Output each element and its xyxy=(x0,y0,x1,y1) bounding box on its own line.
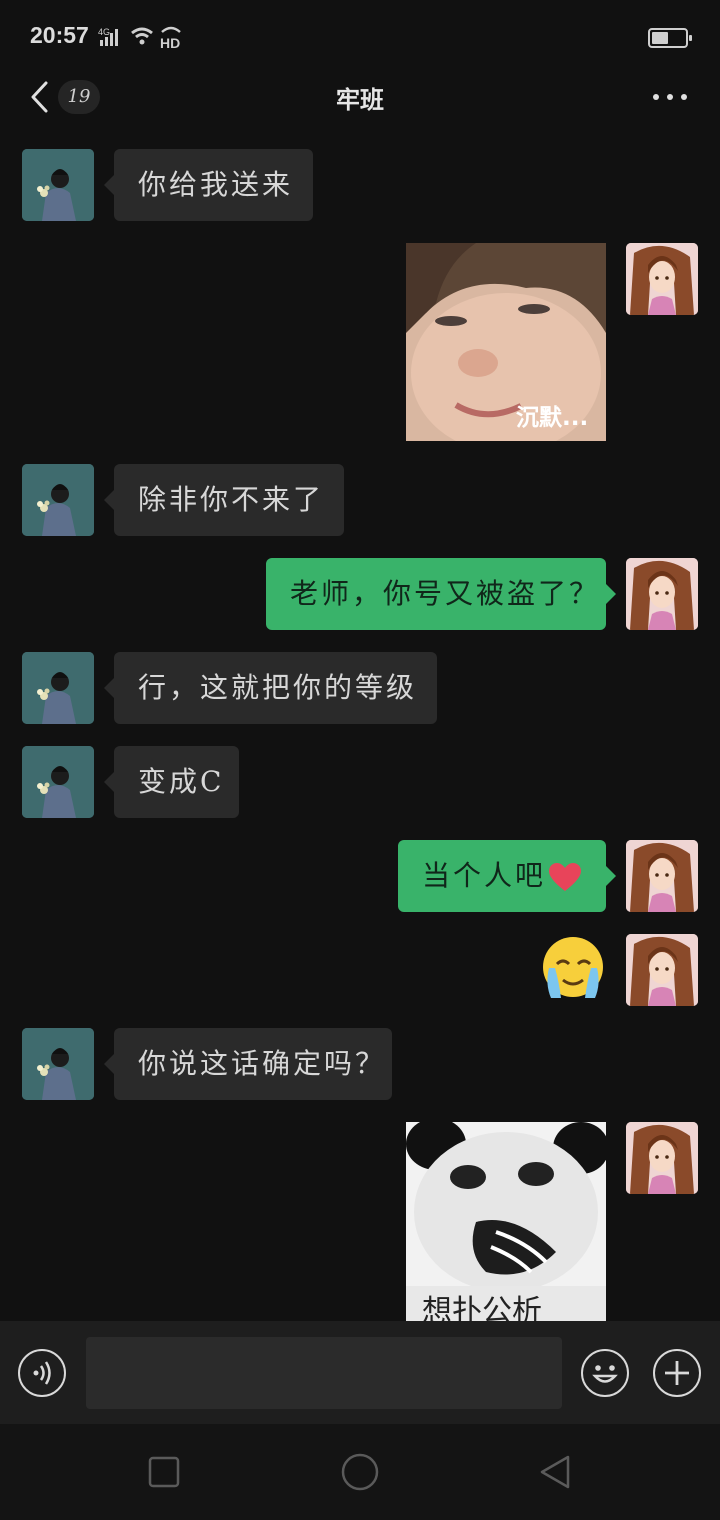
message-bubble[interactable]: 行，这就把你的等级 xyxy=(104,652,437,724)
voice-icon[interactable] xyxy=(18,1349,66,1397)
back-arrow-icon[interactable] xyxy=(28,80,52,114)
message-bubble[interactable]: 变成C xyxy=(104,746,239,818)
status-time: 20:57 xyxy=(30,22,89,48)
my-avatar[interactable] xyxy=(626,840,698,912)
my-avatar[interactable] xyxy=(626,558,698,630)
more-icon[interactable] xyxy=(648,86,692,108)
my-avatar[interactable] xyxy=(626,1122,698,1194)
message-bubble[interactable]: 你说这话确定吗？ xyxy=(104,1028,392,1100)
my-avatar[interactable] xyxy=(626,243,698,315)
chat-header: 19 牢班 xyxy=(0,72,720,122)
wifi-icon xyxy=(131,27,153,45)
message-bubble[interactable]: 除非你不来了 xyxy=(104,464,344,536)
contact-avatar[interactable] xyxy=(22,149,94,221)
emoji-icon[interactable] xyxy=(581,1349,629,1397)
battery-icon xyxy=(648,28,692,48)
plus-icon[interactable] xyxy=(653,1349,701,1397)
my-avatar[interactable] xyxy=(626,934,698,1006)
network-label: 4G xyxy=(98,27,110,37)
status-bar: 20:57 4G HD xyxy=(0,0,720,72)
hd-call-icon: HD xyxy=(160,26,181,50)
panda-sticker-image[interactable]: 想扑公析 xyxy=(406,1122,606,1321)
sticker-image[interactable]: 沉默... xyxy=(406,243,606,441)
contact-avatar[interactable] xyxy=(22,464,94,536)
contact-avatar[interactable] xyxy=(22,1028,94,1100)
chat-title: 牢班 xyxy=(336,86,384,114)
home-icon[interactable] xyxy=(341,1453,379,1491)
message-bubble[interactable]: 你给我送来 xyxy=(104,149,313,221)
message-bubble[interactable]: 当个人吧 xyxy=(398,840,616,912)
message-text: 当个人吧 xyxy=(422,859,547,892)
input-bar xyxy=(0,1321,720,1424)
sticker-caption: 想扑公析 xyxy=(422,1294,542,1321)
recents-icon[interactable] xyxy=(148,1456,180,1488)
heart-icon xyxy=(549,862,582,891)
message-bubble[interactable]: 老师，你号又被盗了？ xyxy=(266,558,616,630)
sticker-caption: 沉默... xyxy=(516,404,588,431)
contact-avatar[interactable] xyxy=(22,652,94,724)
contact-avatar[interactable] xyxy=(22,746,94,818)
unread-count-badge[interactable]: 19 xyxy=(58,80,100,114)
crying-face-emoji[interactable] xyxy=(541,934,606,1001)
hd-label: HD xyxy=(160,35,180,50)
message-input[interactable] xyxy=(86,1337,562,1409)
signal-icon: 4G HD xyxy=(98,26,181,50)
system-navigation-bar xyxy=(0,1424,720,1520)
back-triangle-icon[interactable] xyxy=(538,1454,572,1490)
